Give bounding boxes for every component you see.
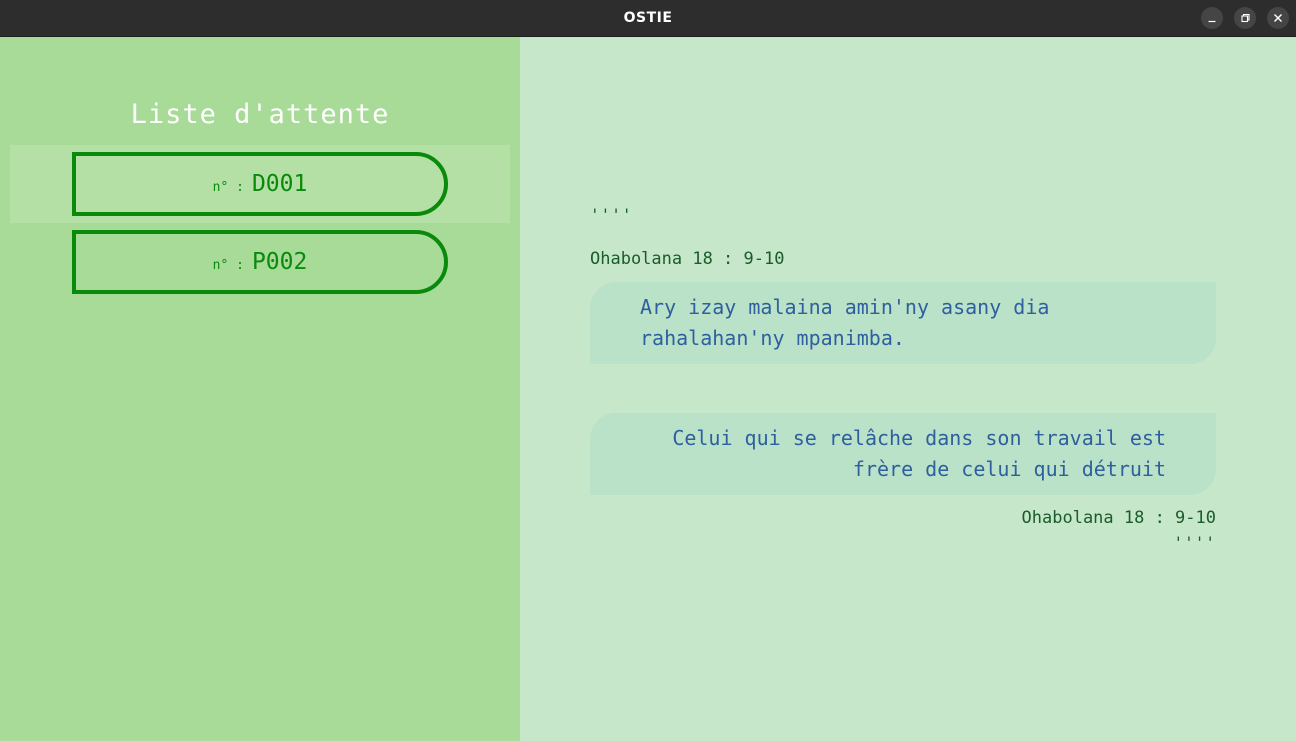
waiting-list-panel: Liste d'attente n° : D001 n° : P002 <box>0 37 520 741</box>
ticket-prefix: n° : <box>212 258 244 273</box>
queue-row-d001[interactable]: n° : D001 <box>10 145 510 223</box>
ticket-button-p002[interactable]: n° : P002 <box>72 230 448 294</box>
minimize-icon <box>1208 20 1216 23</box>
maximize-button[interactable] <box>1234 7 1256 29</box>
ticket-code: P002 <box>251 249 308 275</box>
minimize-button[interactable] <box>1201 7 1223 29</box>
quote-line: Ary izay malaina amin'ny asany dia <box>640 295 1050 319</box>
quote-marks-bottom: '''' <box>1173 533 1216 552</box>
quote-reference-french: Ohabolana 18 : 9-10 <box>1021 508 1216 528</box>
quote-line: frère de celui qui détruit <box>852 457 1166 481</box>
quote-bubble-malagasy: Ary izay malaina amin'ny asany dia rahal… <box>590 282 1216 364</box>
quote-reference-malagasy: Ohabolana 18 : 9-10 <box>590 249 785 269</box>
window-title: OSTIE <box>623 10 673 26</box>
close-icon <box>1274 14 1282 22</box>
quote-bubble-french: Celui qui se relâche dans son travail es… <box>590 413 1216 495</box>
quote-panel: '''' Ohabolana 18 : 9-10 Ary izay malain… <box>520 37 1296 741</box>
ticket-code: D001 <box>251 171 308 197</box>
waiting-list-title: Liste d'attente <box>130 99 390 130</box>
ticket-button-d001[interactable]: n° : D001 <box>72 152 448 216</box>
quote-line: Celui qui se relâche dans son travail es… <box>672 426 1166 450</box>
quote-marks-top: '''' <box>590 205 633 224</box>
window-titlebar: OSTIE <box>0 0 1296 37</box>
ticket-prefix: n° : <box>212 180 244 195</box>
close-button[interactable] <box>1267 7 1289 29</box>
quote-line: rahalahan'ny mpanimba. <box>640 326 905 350</box>
maximize-icon <box>1241 13 1250 23</box>
queue-row-p002[interactable]: n° : P002 <box>10 223 510 301</box>
